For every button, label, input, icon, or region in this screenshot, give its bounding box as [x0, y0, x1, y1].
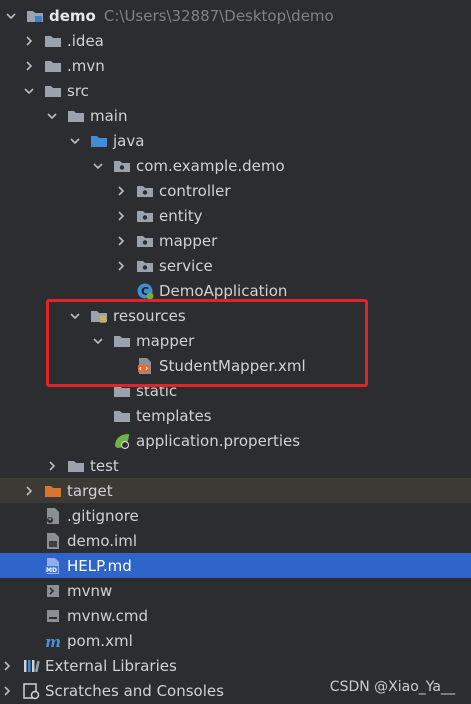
folder-icon: [44, 82, 62, 100]
tree-item-label: mvnw: [67, 581, 113, 600]
chevron-right-icon[interactable]: [114, 184, 128, 198]
tree-row-mvnw-cmd[interactable]: mvnw.cmd: [0, 603, 471, 628]
package-icon: [136, 232, 154, 250]
package-icon: [136, 182, 154, 200]
maven-pom-icon: m: [44, 632, 62, 650]
folder-icon: [67, 457, 85, 475]
libraries-icon: [22, 657, 40, 675]
svg-text:MD: MD: [46, 567, 57, 574]
tree-row-application-properties[interactable]: application.properties: [0, 428, 471, 453]
tree-row-controller[interactable]: controller: [0, 178, 471, 203]
tree-row-demo[interactable]: demo C:\Users\32887\Desktop\demo: [0, 3, 471, 28]
chevron-right-icon[interactable]: [0, 684, 14, 698]
gitignore-file-icon: *: [44, 507, 62, 525]
iml-file-icon: [44, 532, 62, 550]
spring-properties-icon: [113, 432, 131, 450]
tree-item-label: DemoApplication: [159, 281, 288, 300]
tree-row-target[interactable]: target: [0, 478, 471, 503]
tree-item-label: target: [67, 481, 113, 500]
tree-item-label: demo: [49, 6, 96, 25]
tree-row-gitignore[interactable]: * .gitignore: [0, 503, 471, 528]
tree-item-label: application.properties: [136, 431, 301, 450]
tree-row-templates[interactable]: templates: [0, 403, 471, 428]
project-path: C:\Users\32887\Desktop\demo: [103, 6, 334, 25]
tree-row-entity[interactable]: entity: [0, 203, 471, 228]
chevron-right-icon[interactable]: [114, 234, 128, 248]
cmd-file-icon: [44, 607, 62, 625]
tree-row-mapper-package[interactable]: mapper: [0, 228, 471, 253]
tree-row-pom-xml[interactable]: m pom.xml: [0, 628, 471, 653]
chevron-down-icon[interactable]: [4, 9, 18, 23]
tree-item-label: External Libraries: [45, 656, 177, 675]
markdown-file-icon: MD: [44, 557, 62, 575]
tree-row-com-example-demo[interactable]: com.example.demo: [0, 153, 471, 178]
tree-item-label: .mvn: [67, 56, 105, 75]
package-icon: [113, 157, 131, 175]
tree-item-label: mvnw.cmd: [67, 606, 149, 625]
package-icon: [136, 207, 154, 225]
tree-item-label: HELP.md: [67, 556, 132, 575]
chevron-down-icon[interactable]: [45, 109, 59, 123]
tree-row-service[interactable]: service: [0, 253, 471, 278]
tree-item-label: templates: [136, 406, 212, 425]
tree-item-label: controller: [159, 181, 231, 200]
folder-icon: [44, 32, 62, 50]
tree-row-help-md[interactable]: MD HELP.md: [0, 553, 471, 578]
spring-class-icon: C: [136, 282, 154, 300]
tree-item-label: main: [90, 106, 128, 125]
tree-item-label: entity: [159, 206, 203, 225]
red-highlight-box: [46, 299, 368, 387]
chevron-right-icon[interactable]: [0, 659, 14, 673]
tree-item-label: pom.xml: [67, 631, 133, 650]
tree-item-label: mapper: [159, 231, 218, 250]
tree-row-main[interactable]: main: [0, 103, 471, 128]
tree-row-src[interactable]: src: [0, 78, 471, 103]
tree-item-label: com.example.demo: [136, 156, 285, 175]
folder-icon: [113, 407, 131, 425]
chevron-down-icon[interactable]: [22, 84, 36, 98]
chevron-right-icon[interactable]: [45, 459, 59, 473]
tree-item-label: Scratches and Consoles: [45, 681, 224, 700]
scratches-icon: [22, 682, 40, 700]
folder-icon: [44, 57, 62, 75]
watermark: CSDN @Xiao_Ya__: [329, 679, 455, 695]
chevron-right-icon[interactable]: [114, 209, 128, 223]
tree-item-label: src: [67, 81, 89, 100]
tree-row-idea[interactable]: .idea: [0, 28, 471, 53]
tree-item-label: service: [159, 256, 213, 275]
tree-row-java[interactable]: java: [0, 128, 471, 153]
svg-text:m: m: [45, 633, 61, 650]
chevron-right-icon[interactable]: [22, 484, 36, 498]
tree-item-label: test: [90, 456, 119, 475]
tree-row-mvn[interactable]: .mvn: [0, 53, 471, 78]
tree-row-demo-iml[interactable]: demo.iml: [0, 528, 471, 553]
shell-file-icon: [44, 582, 62, 600]
chevron-down-icon[interactable]: [91, 159, 105, 173]
tree-item-label: .gitignore: [67, 506, 139, 525]
chevron-down-icon[interactable]: [68, 134, 82, 148]
tree-row-external-libraries[interactable]: External Libraries: [0, 653, 471, 678]
folder-icon: [67, 107, 85, 125]
chevron-right-icon[interactable]: [114, 259, 128, 273]
tree-item-label: .idea: [67, 31, 104, 50]
source-folder-icon: [90, 132, 108, 150]
chevron-right-icon[interactable]: [22, 34, 36, 48]
tree-item-label: demo.iml: [67, 531, 137, 550]
tree-row-test[interactable]: test: [0, 453, 471, 478]
svg-text:*: *: [48, 516, 52, 524]
tree-item-label: java: [113, 131, 145, 150]
package-icon: [136, 257, 154, 275]
excluded-folder-icon: [44, 482, 62, 500]
tree-row-mvnw[interactable]: mvnw: [0, 578, 471, 603]
module-folder-icon: [26, 7, 44, 25]
chevron-right-icon[interactable]: [22, 59, 36, 73]
